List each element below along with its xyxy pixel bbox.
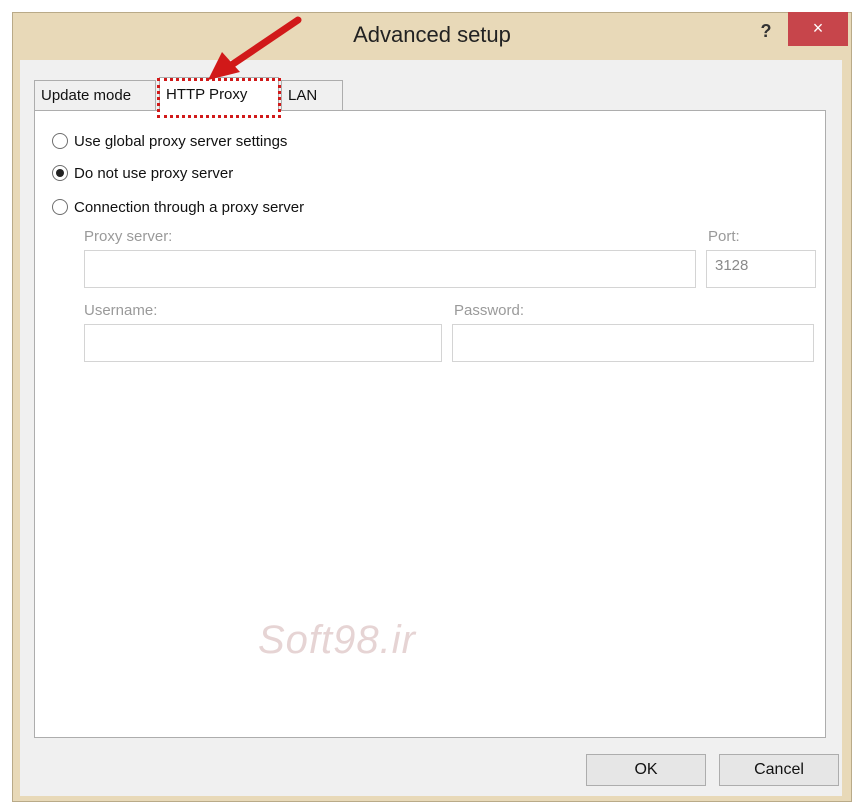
radio-use-global-proxy[interactable]: Use global proxy server settings (52, 130, 287, 154)
tab-label: Update mode (41, 87, 132, 104)
radio-label: Use global proxy server settings (74, 133, 288, 150)
radio-label: Connection through a proxy server (74, 199, 305, 216)
title-bar: Advanced setup ? × (12, 12, 852, 58)
radio-button[interactable] (52, 199, 68, 216)
radio-no-proxy[interactable]: Do not use proxy server (52, 162, 233, 186)
username-label: Username: (84, 302, 158, 319)
proxy-server-field[interactable] (84, 250, 696, 288)
tab-lan[interactable]: LAN (281, 80, 343, 110)
radio-button[interactable] (52, 133, 68, 150)
radio-label: Do not use proxy server (74, 165, 234, 182)
port-label: Port: (708, 228, 740, 245)
ok-button[interactable]: OK (586, 754, 706, 786)
proxy-server-label: Proxy server: (84, 228, 173, 245)
tab-label: LAN (288, 87, 318, 104)
help-button[interactable]: ? (752, 16, 780, 46)
radio-through-proxy[interactable]: Connection through a proxy server (52, 196, 304, 220)
radio-button-checked[interactable] (52, 165, 68, 182)
close-button[interactable]: × (788, 12, 848, 46)
window-title: Advanced setup (353, 22, 511, 47)
password-label: Password: (454, 302, 525, 319)
annotation-arrow-icon (208, 16, 302, 80)
cancel-button[interactable]: Cancel (719, 754, 839, 786)
watermark-logo: Soft98.ir (258, 618, 416, 662)
tab-update-mode[interactable]: Update mode (34, 80, 156, 110)
username-field[interactable] (84, 324, 442, 362)
annotation-highlight-box (157, 78, 281, 118)
port-field[interactable]: 3128 (706, 250, 816, 288)
password-field[interactable] (452, 324, 814, 362)
